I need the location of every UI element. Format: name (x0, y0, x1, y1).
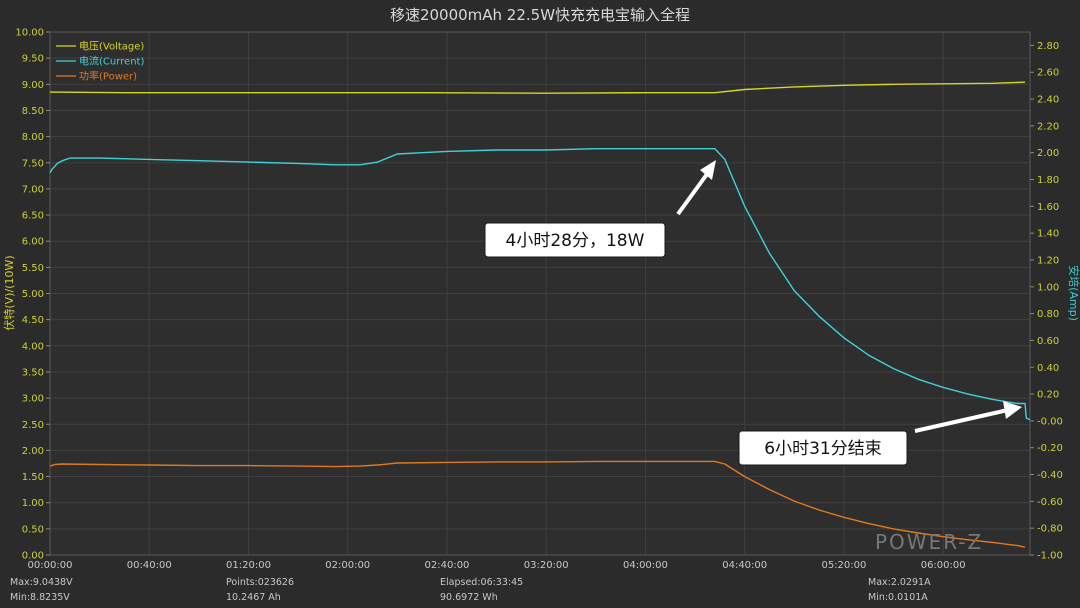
right-tick-label: 2.60 (1037, 68, 1059, 79)
right-tick-label: 0.80 (1037, 309, 1059, 320)
x-tick-label: 03:20:00 (524, 560, 569, 571)
right-tick-label: -1.00 (1037, 551, 1063, 562)
right-tick-label: -0.80 (1037, 524, 1063, 535)
right-tick-label: 2.80 (1037, 41, 1059, 52)
x-tick-label: 00:00:00 (28, 560, 73, 571)
x-tick-label: 06:00:00 (921, 560, 966, 571)
left-tick-label: 0.50 (22, 524, 44, 535)
legend-current: 电流(Current) (79, 55, 144, 68)
x-tick-label: 00:40:00 (127, 560, 172, 571)
left-tick-label: 4.50 (22, 315, 44, 326)
left-tick-label: 9.50 (22, 54, 44, 65)
right-tick-label: -0.00 (1037, 416, 1063, 427)
right-axis-label: 安培(Amp) (1067, 265, 1080, 321)
right-tick-label: -0.60 (1037, 497, 1063, 508)
right-tick-label: 0.40 (1037, 363, 1059, 374)
x-tick-label: 05:20:00 (821, 560, 866, 571)
callout-peak-text: 4小时28分，18W (506, 231, 645, 251)
x-tick-label: 02:00:00 (325, 560, 370, 571)
legend: 电压(Voltage) 电流(Current) 功率(Power) (56, 40, 144, 83)
right-tick-label: -0.20 (1037, 443, 1063, 454)
stat-capacity: 10.2467 Ah (226, 592, 281, 603)
stat-max-current: Max:2.0291A (868, 577, 931, 588)
right-tick-label: 1.60 (1037, 202, 1059, 213)
right-tick-label: 1.40 (1037, 229, 1059, 240)
grid-lines (49, 31, 1031, 556)
right-tick-label: 2.00 (1037, 148, 1059, 159)
power-z-watermark: POWER-Z (875, 530, 983, 554)
stat-elapsed: Elapsed:06:33:45 (440, 577, 523, 588)
left-tick-label: 7.50 (22, 158, 44, 169)
right-tick-label: 1.80 (1037, 175, 1059, 186)
left-tick-label: 1.50 (22, 472, 44, 483)
stat-points: Points:023626 (226, 577, 294, 588)
left-tick-label: 3.00 (22, 394, 44, 405)
callout-end-text: 6小时31分结束 (764, 439, 881, 459)
chart-title: 移速20000mAh 22.5W快充充电宝输入全程 (390, 6, 690, 24)
right-tick-label: 0.60 (1037, 336, 1059, 347)
left-tick-label: 4.00 (22, 341, 44, 352)
left-tick-label: 6.00 (22, 237, 44, 248)
right-tick-label: -0.40 (1037, 470, 1063, 481)
left-tick-label: 5.00 (22, 289, 44, 300)
x-tick-label: 04:00:00 (623, 560, 668, 571)
right-tick-label: 2.40 (1037, 95, 1059, 106)
right-tick-label: 1.00 (1037, 282, 1059, 293)
left-tick-label: 2.00 (22, 446, 44, 457)
stat-max-voltage: Max:9.0438V (10, 577, 73, 588)
left-axis-label: 伏特(V)/(10W) (2, 255, 16, 330)
stat-min-current: Min:0.0101A (868, 592, 928, 603)
x-tick-label: 04:40:00 (722, 560, 767, 571)
legend-voltage: 电压(Voltage) (79, 40, 144, 53)
left-tick-label: 3.50 (22, 367, 44, 378)
left-tick-label: 1.00 (22, 498, 44, 509)
stat-min-voltage: Min:8.8235V (10, 592, 70, 603)
x-tick-label: 02:40:00 (425, 560, 470, 571)
left-tick-label: 2.50 (22, 420, 44, 431)
chart-canvas: 移速20000mAh 22.5W快充充电宝输入全程 0.000.501.001.… (0, 0, 1080, 608)
right-tick-label: 1.20 (1037, 255, 1059, 266)
stat-energy: 90.6972 Wh (440, 592, 498, 603)
right-tick-label: 2.20 (1037, 121, 1059, 132)
left-tick-label: 7.00 (22, 184, 44, 195)
right-tick-label: 0.20 (1037, 390, 1059, 401)
x-tick-label: 01:20:00 (226, 560, 271, 571)
left-tick-label: 8.00 (22, 132, 44, 143)
left-tick-label: 5.50 (22, 263, 44, 274)
left-tick-label: 8.50 (22, 106, 44, 117)
left-tick-label: 9.00 (22, 80, 44, 91)
left-tick-label: 10.00 (15, 28, 44, 39)
legend-power: 功率(Power) (79, 70, 137, 83)
left-tick-label: 6.50 (22, 211, 44, 222)
